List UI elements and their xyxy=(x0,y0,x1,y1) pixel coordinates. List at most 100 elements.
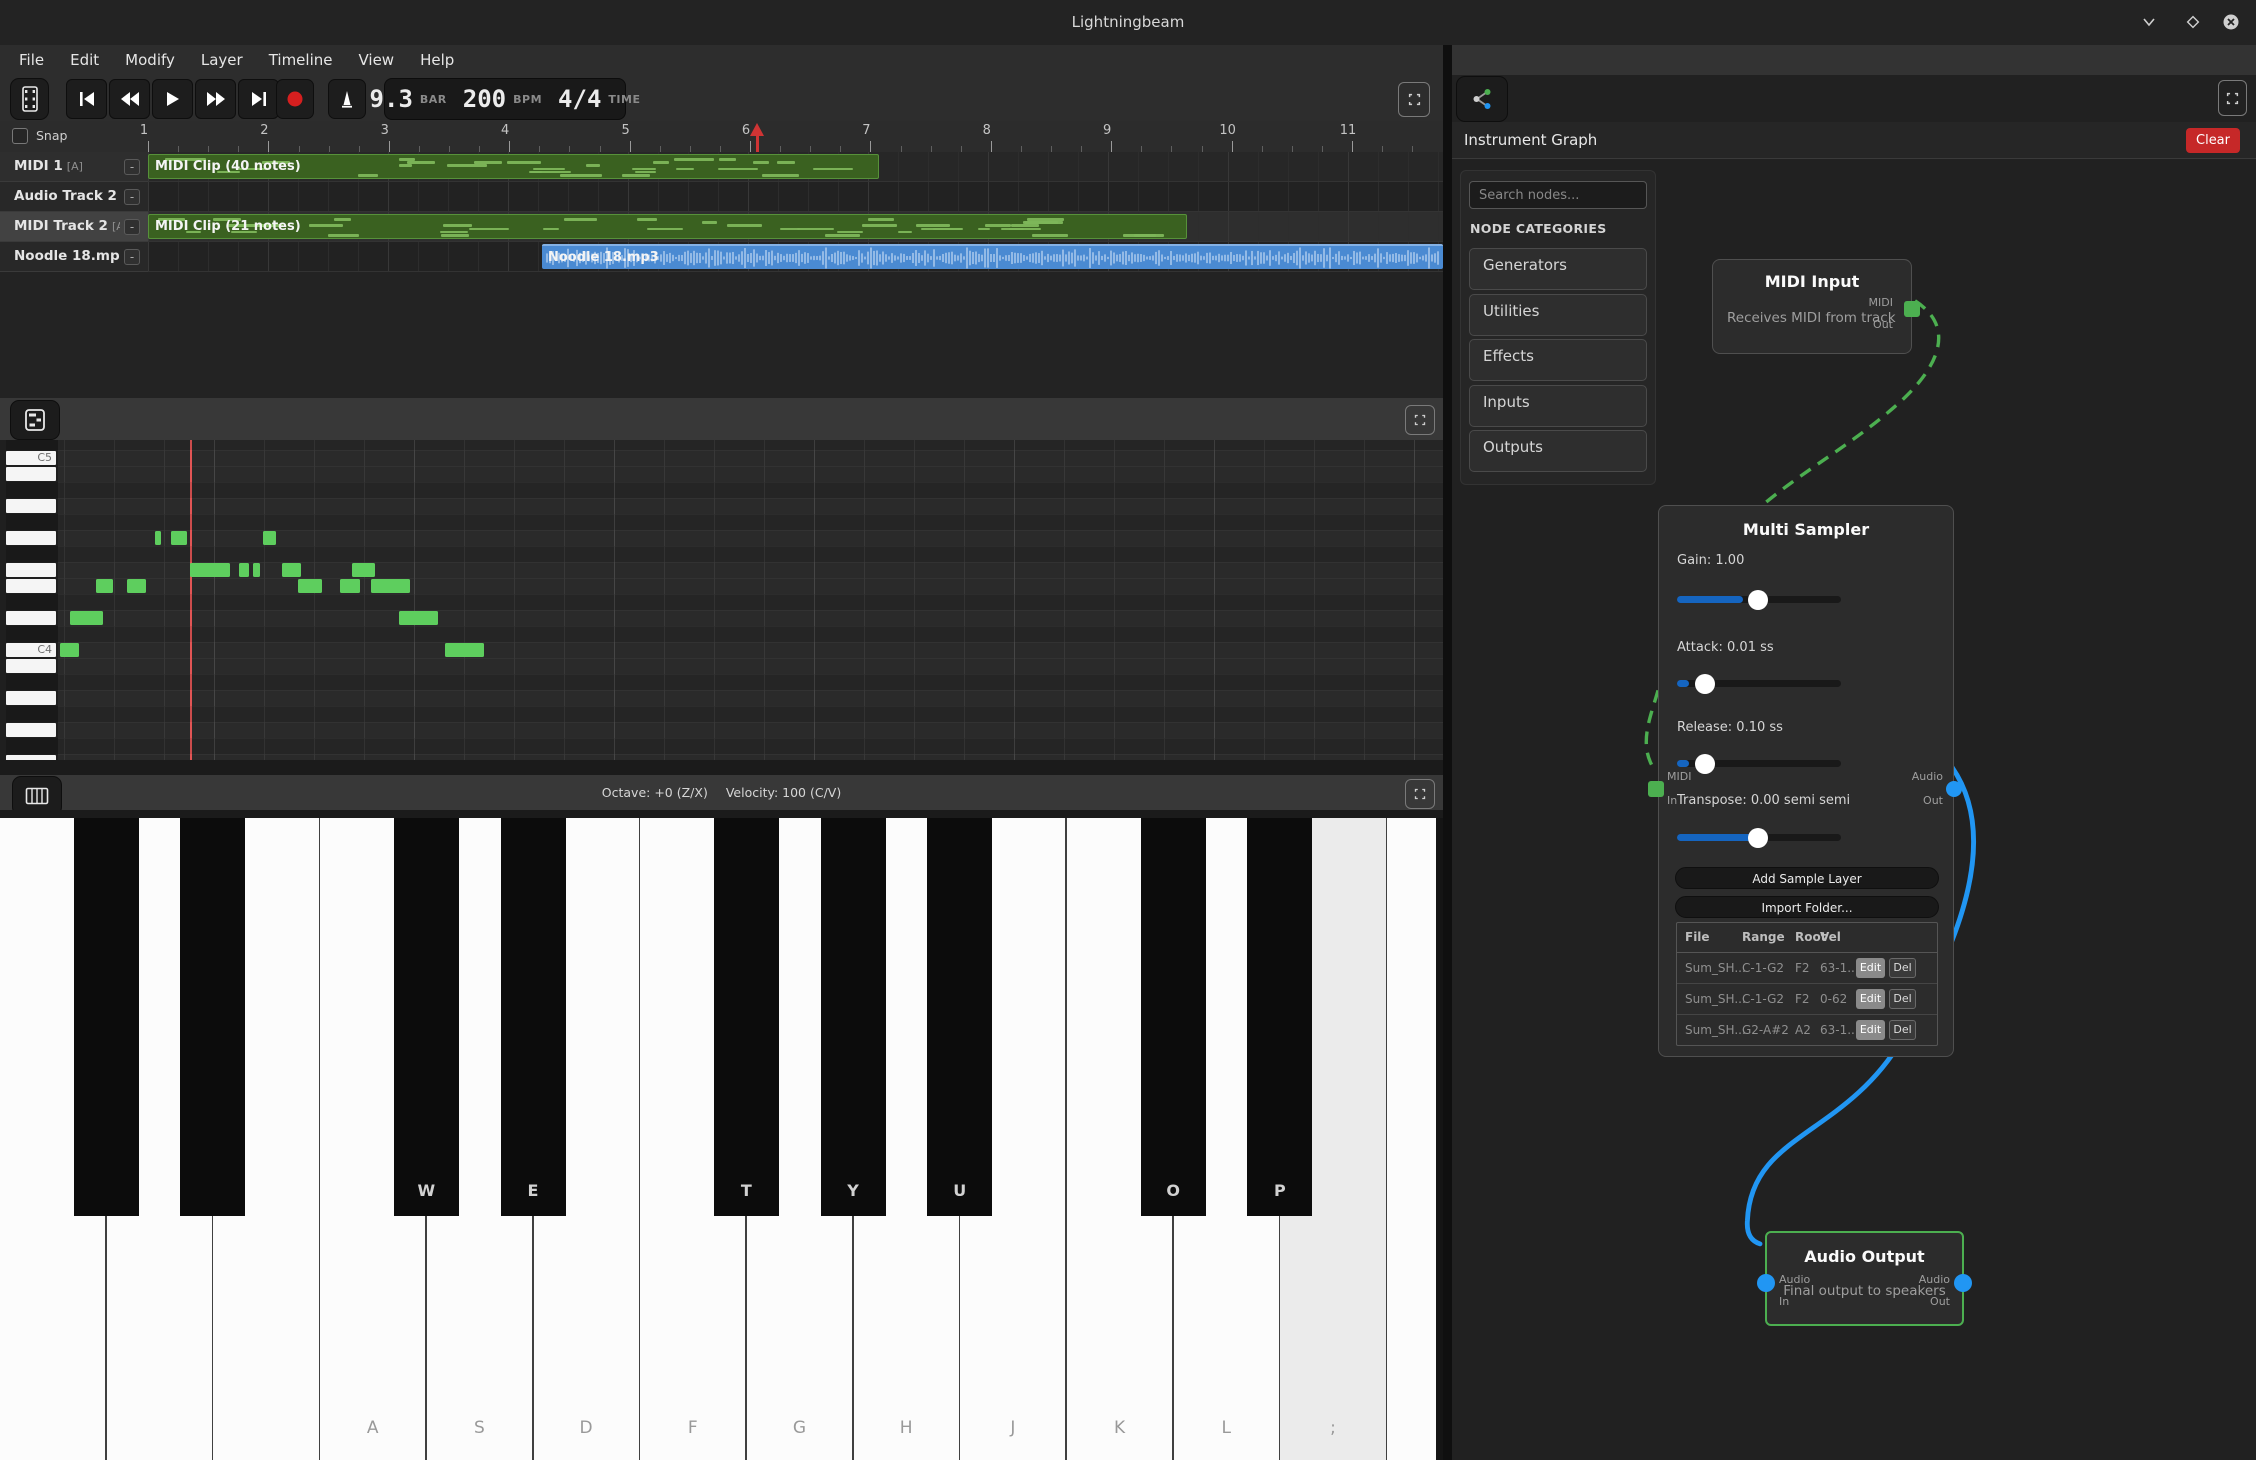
edit-sample-button[interactable]: Edit xyxy=(1856,958,1885,978)
track-mute-button[interactable]: - xyxy=(124,159,140,175)
midi-note[interactable] xyxy=(399,611,438,625)
menu-item-help[interactable]: Help xyxy=(407,45,467,75)
audio-out-port[interactable] xyxy=(1954,1274,1972,1292)
menu-item-view[interactable]: View xyxy=(345,45,407,75)
edit-sample-button[interactable]: Edit xyxy=(1856,989,1885,1009)
piano-roll-black-key[interactable] xyxy=(6,706,58,722)
minimize-button[interactable] xyxy=(2134,7,2164,37)
track-mute-button[interactable]: - xyxy=(124,219,140,235)
midi-note[interactable] xyxy=(60,643,79,657)
record-button[interactable] xyxy=(276,79,314,119)
graph-mode-button[interactable] xyxy=(1456,76,1508,122)
edit-sample-button[interactable]: Edit xyxy=(1856,1020,1885,1040)
track-mute-button[interactable]: - xyxy=(124,189,140,205)
midi-note[interactable] xyxy=(127,579,146,593)
piano-roll-white-key[interactable] xyxy=(6,723,56,737)
piano-roll-mode-button[interactable] xyxy=(10,400,60,440)
piano-roll-white-key[interactable]: C5 xyxy=(6,451,56,465)
menu-item-file[interactable]: File xyxy=(6,45,57,75)
midi-note[interactable] xyxy=(171,531,187,545)
track-lane[interactable]: Noodle 18.mp3 xyxy=(148,242,1443,272)
piano-roll-white-key[interactable] xyxy=(6,691,56,705)
node-midi-input[interactable]: MIDI Input Receives MIDI from track MIDI… xyxy=(1712,259,1912,354)
node-multi-sampler[interactable]: Multi Sampler MIDI In Audio Out Transpos… xyxy=(1658,505,1954,1057)
fast-forward-button[interactable] xyxy=(195,79,236,119)
midi-note[interactable] xyxy=(96,579,113,593)
timeline-fullscreen-button[interactable] xyxy=(1398,82,1430,117)
piano-roll-black-key[interactable] xyxy=(6,626,58,642)
midi-note[interactable] xyxy=(155,531,161,545)
piano-roll-white-key[interactable] xyxy=(6,659,56,673)
track-header[interactable]: MIDI 1[A]- xyxy=(0,152,148,182)
maximize-button[interactable] xyxy=(2178,7,2208,37)
midi-note[interactable] xyxy=(282,563,301,577)
black-key-O[interactable]: O xyxy=(1141,818,1206,1216)
play-button[interactable] xyxy=(152,79,193,119)
midi-clip[interactable]: MIDI Clip (40 notes) xyxy=(148,154,879,179)
track-mute-button[interactable]: - xyxy=(124,249,140,265)
midi-in-port[interactable] xyxy=(1648,781,1664,797)
delete-sample-button[interactable]: Del xyxy=(1889,958,1916,978)
track-header[interactable]: MIDI Track 2[A]- xyxy=(0,212,148,242)
search-input[interactable] xyxy=(1469,181,1647,209)
close-button[interactable] xyxy=(2216,7,2246,37)
piano-roll[interactable]: C5C4 xyxy=(0,440,1443,760)
snap-checkbox[interactable] xyxy=(12,128,28,144)
menu-item-layer[interactable]: Layer xyxy=(188,45,256,75)
film-button[interactable] xyxy=(10,78,49,120)
audio-out-port[interactable] xyxy=(1946,781,1962,797)
menu-item-timeline[interactable]: Timeline xyxy=(256,45,346,75)
midi-note[interactable] xyxy=(352,563,375,577)
rewind-button[interactable] xyxy=(109,79,150,119)
timeline-ruler[interactable]: Snap 1234567891011 xyxy=(0,121,1443,153)
piano-roll-grid[interactable] xyxy=(58,440,1443,760)
piano-roll-white-key[interactable] xyxy=(6,579,56,593)
black-key-P[interactable]: P xyxy=(1247,818,1312,1216)
black-key-W[interactable]: W xyxy=(394,818,459,1216)
piano-roll-black-key[interactable] xyxy=(6,674,58,690)
white-key[interactable] xyxy=(1387,818,1436,1460)
piano-roll-white-key[interactable] xyxy=(6,563,56,577)
piano-roll-black-key[interactable] xyxy=(6,546,58,562)
audio-in-port[interactable] xyxy=(1757,1274,1775,1292)
piano-roll-white-key[interactable] xyxy=(6,499,56,513)
midi-note[interactable] xyxy=(239,563,249,577)
midi-note[interactable] xyxy=(263,531,276,545)
graph-fullscreen-button[interactable] xyxy=(2218,80,2247,116)
piano-roll-black-key[interactable] xyxy=(6,738,58,754)
menu-item-modify[interactable]: Modify xyxy=(112,45,188,75)
audio-clip[interactable]: Noodle 18.mp3 xyxy=(542,244,1443,269)
midi-note[interactable] xyxy=(190,563,230,577)
import-folder-button[interactable]: Import Folder... xyxy=(1675,896,1939,918)
category-inputs[interactable]: Inputs xyxy=(1469,385,1647,427)
clear-graph-button[interactable]: Clear xyxy=(2186,128,2240,153)
midi-note[interactable] xyxy=(445,643,484,657)
menu-item-edit[interactable]: Edit xyxy=(57,45,112,75)
track-header[interactable]: Audio Track 2[A]- xyxy=(0,182,148,212)
keyboard-fullscreen-button[interactable] xyxy=(1405,779,1435,809)
category-outputs[interactable]: Outputs xyxy=(1469,430,1647,472)
black-key-Y[interactable]: Y xyxy=(821,818,886,1216)
tempo-display[interactable]: 9.3 BAR 200 BPM 4/4 TIME xyxy=(384,78,626,120)
attack-slider-knob[interactable] xyxy=(1695,674,1715,694)
piano-roll-black-key[interactable] xyxy=(6,594,58,610)
midi-note[interactable] xyxy=(70,611,103,625)
piano-roll-black-key[interactable] xyxy=(6,514,58,530)
black-key[interactable] xyxy=(180,818,245,1216)
piano-roll-white-key[interactable] xyxy=(6,611,56,625)
metronome-button[interactable] xyxy=(328,79,366,119)
piano-roll-fullscreen-button[interactable] xyxy=(1405,405,1435,435)
gain-slider-knob[interactable] xyxy=(1748,590,1768,610)
piano-roll-black-key[interactable] xyxy=(6,440,58,450)
midi-note[interactable] xyxy=(298,579,322,593)
black-key-U[interactable]: U xyxy=(927,818,992,1216)
add-sample-layer-button[interactable]: Add Sample Layer xyxy=(1675,867,1939,889)
midi-out-port[interactable] xyxy=(1904,301,1920,317)
track-header[interactable]: Noodle 18.mp3[A]- xyxy=(0,242,148,272)
midi-clip[interactable]: MIDI Clip (21 notes) xyxy=(148,214,1187,239)
virtual-keyboard[interactable]: ASDFGHJKL;WETYUOP xyxy=(0,818,1443,1460)
delete-sample-button[interactable]: Del xyxy=(1889,989,1916,1009)
piano-roll-white-key[interactable] xyxy=(6,531,56,545)
delete-sample-button[interactable]: Del xyxy=(1889,1020,1916,1040)
midi-note[interactable] xyxy=(371,579,410,593)
